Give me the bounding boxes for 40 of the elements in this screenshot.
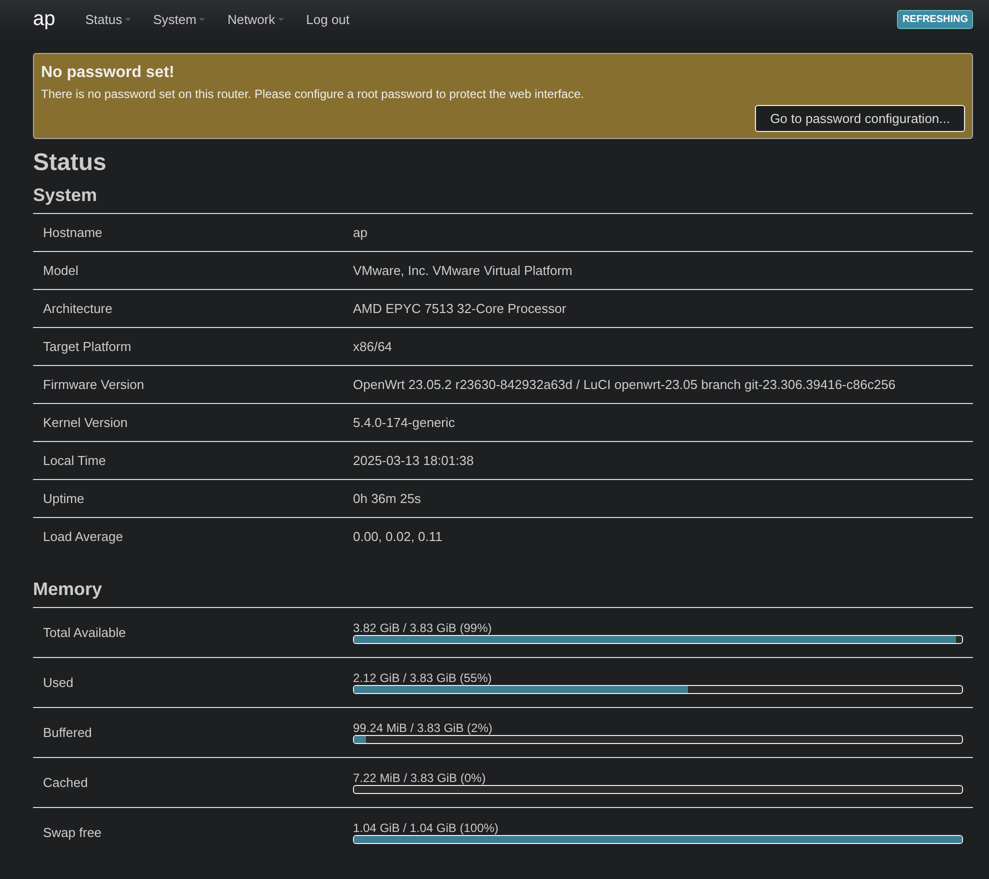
memory-reading: 99.24 MiB / 3.83 GiB (2%) [353, 721, 492, 735]
alert-message: There is no password set on this router. Please configure a root password to protect the web interface. [41, 87, 585, 101]
field-value: AMD EPYC 7513 32-Core Processor [353, 301, 566, 316]
field-value: 5.4.0-174-generic [353, 415, 455, 430]
field-label: Buffered [42, 725, 93, 740]
field-value: 2025-03-13 18:01:38 [353, 453, 474, 468]
field-label: Architecture [42, 301, 114, 316]
field-label: Uptime [42, 491, 86, 506]
field-label: Swap free [42, 825, 103, 840]
memory-reading: 7.22 MiB / 3.83 GiB (0%) [353, 771, 486, 785]
alert-title: No password set! [41, 64, 176, 82]
password-config-button[interactable]: Go to password configuration... [755, 105, 965, 132]
field-value: x86/64 [353, 339, 392, 354]
field-label: Local Time [42, 453, 107, 468]
field-value: VMware, Inc. VMware Virtual Platform [353, 263, 572, 278]
menu-item[interactable]: Network [227, 12, 284, 26]
section-title: System [33, 185, 973, 214]
field-value: 0.00, 0.02, 0.11 [353, 529, 442, 544]
field-value: 0h 36m 25s [353, 491, 421, 506]
field-label: Model [42, 263, 80, 278]
memory-reading: 3.82 GiB / 3.83 GiB (99%) [353, 621, 492, 635]
field-value: OpenWrt 23.05.2 r23630-842932a63d / LuCI openwrt-23.05 branch git-23.306.39416-c86c256 [353, 377, 896, 392]
field-label: Target Platform [42, 339, 132, 354]
field-label: Kernel Version [42, 415, 129, 430]
memory-reading: 2.12 GiB / 3.83 GiB (55%) [353, 671, 492, 685]
menu-item[interactable]: Log out [306, 12, 350, 26]
field-label: Load Average [42, 529, 124, 544]
refreshing-badge[interactable]: REFRESHING [897, 10, 973, 28]
field-label: Used [42, 675, 74, 690]
field-label: Cached [42, 775, 89, 790]
field-label: Firmware Version [42, 377, 146, 392]
menu-item[interactable]: System [153, 12, 206, 26]
memory-reading: 1.04 GiB / 1.04 GiB (100%) [353, 821, 498, 835]
section-title: Memory [33, 579, 973, 608]
field-label: Total Available [42, 625, 127, 640]
field-label: Hostname [42, 225, 104, 240]
menu-item[interactable]: Status [85, 12, 132, 26]
field-value: ap [353, 225, 368, 240]
brand-logo[interactable]: ap [33, 8, 56, 30]
page-title: Status [33, 149, 108, 177]
